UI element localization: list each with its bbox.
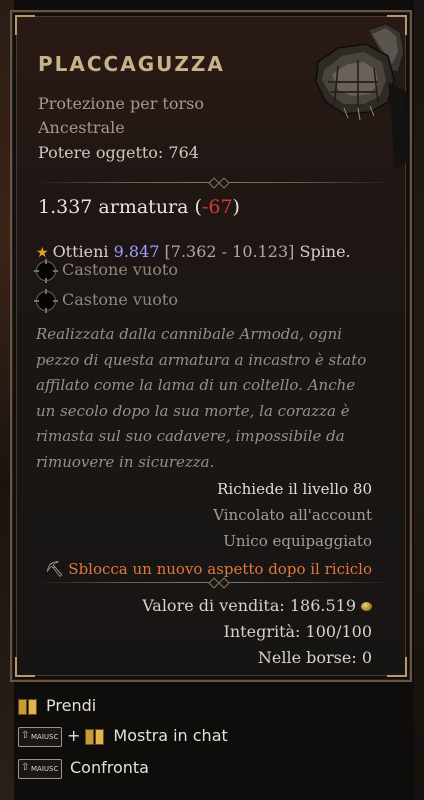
item-rarity: Ancestrale	[38, 118, 125, 137]
armor-diff: -67	[201, 196, 233, 218]
pickaxe-icon: ⛏	[45, 560, 65, 578]
item-name: PLACCAGUZZA	[38, 52, 225, 76]
item-power: Potere oggetto: 764	[38, 143, 199, 162]
armor-value: 1.337 armatura	[38, 196, 189, 218]
hint-compare[interactable]: ⇧ MAIUSC Confronta	[18, 758, 149, 784]
armor-stat: 1.337 armatura (-67)	[38, 196, 240, 218]
divider	[32, 577, 394, 589]
hint-show-in-chat[interactable]: ⇧ MAIUSC + Mostra in chat	[18, 726, 228, 752]
mouse-book-icon	[85, 728, 105, 746]
account-bound: Vincolato all'account	[213, 506, 372, 524]
durability: Integrità: 100/100	[223, 622, 372, 641]
mouse-book-icon	[18, 698, 38, 716]
flavor-text: Realizzata dalla cannibale Armoda, ogni …	[36, 325, 367, 471]
background-right	[414, 0, 424, 800]
sell-value: Valore di vendita: 186.519	[142, 596, 372, 615]
divider	[32, 177, 394, 189]
unlock-aspect: ⛏ Sblocca un nuovo aspetto dopo il ricicl…	[45, 560, 372, 578]
hint-take[interactable]: Prendi	[18, 696, 96, 722]
frame-corner	[15, 15, 35, 35]
unique-equipped: Unico equipaggiato	[223, 532, 372, 550]
required-level: Richiede il livello 80	[217, 480, 372, 498]
shift-key-icon: ⇧ MAIUSC	[18, 726, 62, 747]
affix-value: 9.847	[113, 242, 160, 261]
armor-item-icon	[315, 23, 408, 170]
socket-icon	[34, 259, 58, 283]
gold-coin-icon	[361, 602, 372, 611]
item-tooltip: PLACCAGUZZA Protezione per torso Ancestr…	[10, 10, 412, 682]
item-slot: Protezione per torso	[38, 94, 204, 113]
shift-key-icon: ⇧ MAIUSC	[18, 758, 62, 779]
item-type: Protezione per torso Ancestrale	[38, 92, 204, 140]
socket-icon	[34, 289, 58, 313]
affix-thorns: ★ Ottieni 9.847 [7.362 - 10.123] Spine.	[36, 242, 351, 261]
frame-corner	[15, 657, 35, 677]
bag-count: Nelle borse: 0	[257, 648, 372, 667]
frame-corner	[387, 657, 407, 677]
affix-range: [7.362 - 10.123]	[159, 242, 295, 261]
